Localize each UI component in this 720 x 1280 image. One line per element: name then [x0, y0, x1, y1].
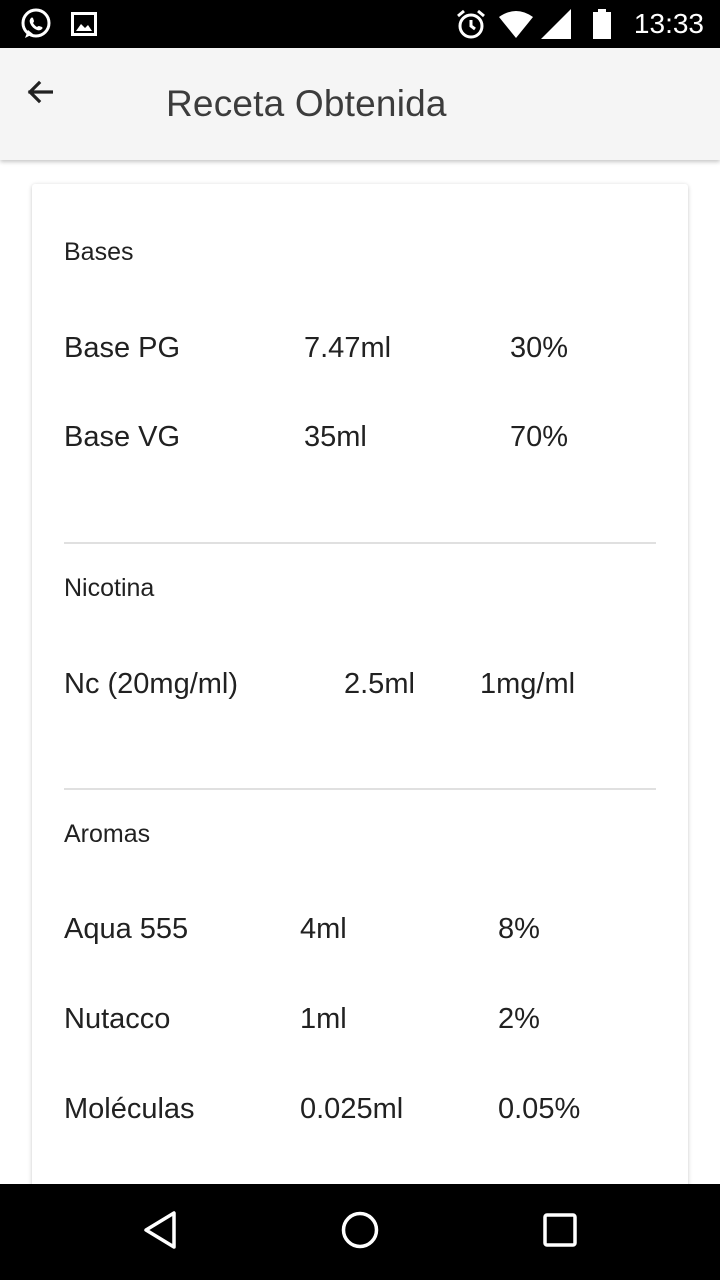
- base-pg-amount: 7.47ml: [304, 332, 392, 364]
- nicotine-name: Nc (20mg/ml): [64, 668, 239, 700]
- aroma-percent: 0.05%: [498, 1093, 581, 1125]
- navigation-bar: [0, 1184, 720, 1280]
- back-button[interactable]: [16, 70, 64, 118]
- back-triangle-icon: [142, 1210, 178, 1255]
- divider: [64, 542, 656, 544]
- whatsapp-icon: [16, 0, 56, 48]
- section-title-aromas: Aromas: [64, 820, 151, 848]
- base-pg-percent: 30%: [510, 332, 569, 364]
- gallery-icon: [70, 0, 98, 48]
- status-time: 13:33: [633, 8, 704, 39]
- aroma-name: Nutacco: [64, 1003, 171, 1035]
- nav-home-button[interactable]: [312, 1184, 408, 1280]
- aroma-name: Moléculas: [64, 1093, 195, 1125]
- section-title-nicotina: Nicotina: [64, 574, 155, 602]
- base-vg-amount: 35ml: [304, 421, 367, 453]
- battery-icon: [590, 0, 614, 48]
- wifi-icon: [498, 0, 534, 48]
- base-vg-name: Base VG: [64, 421, 181, 453]
- recents-square-icon: [542, 1212, 578, 1253]
- aroma-amount: 1ml: [300, 1003, 347, 1035]
- recipe-card: Bases Base PG 7.47ml 30% Base VG 35ml 70…: [32, 184, 688, 1184]
- aroma-percent: 2%: [498, 1003, 540, 1035]
- app-bar: Receta Obtenida: [0, 48, 720, 160]
- nav-back-button[interactable]: [112, 1184, 208, 1280]
- nicotine-amount: 2.5ml: [344, 668, 415, 700]
- status-bar: 13:33: [0, 0, 720, 48]
- aroma-name: Aqua 555: [64, 913, 189, 945]
- section-title-bases: Bases: [64, 238, 134, 266]
- nicotine-strength: 1mg/ml: [480, 668, 576, 700]
- aroma-percent: 8%: [498, 913, 540, 945]
- base-vg-percent: 70%: [510, 421, 569, 453]
- aroma-amount: 0.025ml: [300, 1093, 404, 1125]
- nav-recents-button[interactable]: [512, 1184, 608, 1280]
- content-area[interactable]: Bases Base PG 7.47ml 30% Base VG 35ml 70…: [0, 160, 720, 1184]
- divider: [64, 788, 656, 790]
- signal-icon: [540, 0, 572, 48]
- page-title: Receta Obtenida: [166, 83, 447, 124]
- alarm-icon: [452, 0, 490, 48]
- aroma-amount: 4ml: [300, 913, 347, 945]
- arrow-left-icon: [27, 80, 54, 109]
- base-pg-name: Base PG: [64, 332, 181, 364]
- home-circle-icon: [340, 1210, 380, 1255]
